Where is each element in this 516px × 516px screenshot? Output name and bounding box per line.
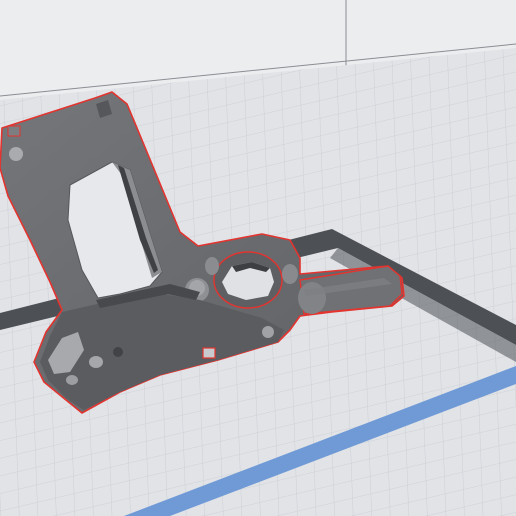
scene-svg[interactable]: [0, 0, 516, 516]
3d-viewport[interactable]: [0, 0, 516, 516]
pin-hole-3: [262, 326, 274, 338]
corner-tab: [7, 125, 21, 137]
corner-hole: [9, 147, 23, 161]
square-slot: [202, 347, 216, 359]
boss-right: [282, 264, 298, 284]
pin-hole-4: [66, 375, 78, 385]
pin-hole-1: [89, 356, 103, 368]
barrel-muzzle: [298, 282, 326, 314]
boss-mid: [205, 257, 219, 275]
pin-hole-2: [113, 347, 123, 357]
